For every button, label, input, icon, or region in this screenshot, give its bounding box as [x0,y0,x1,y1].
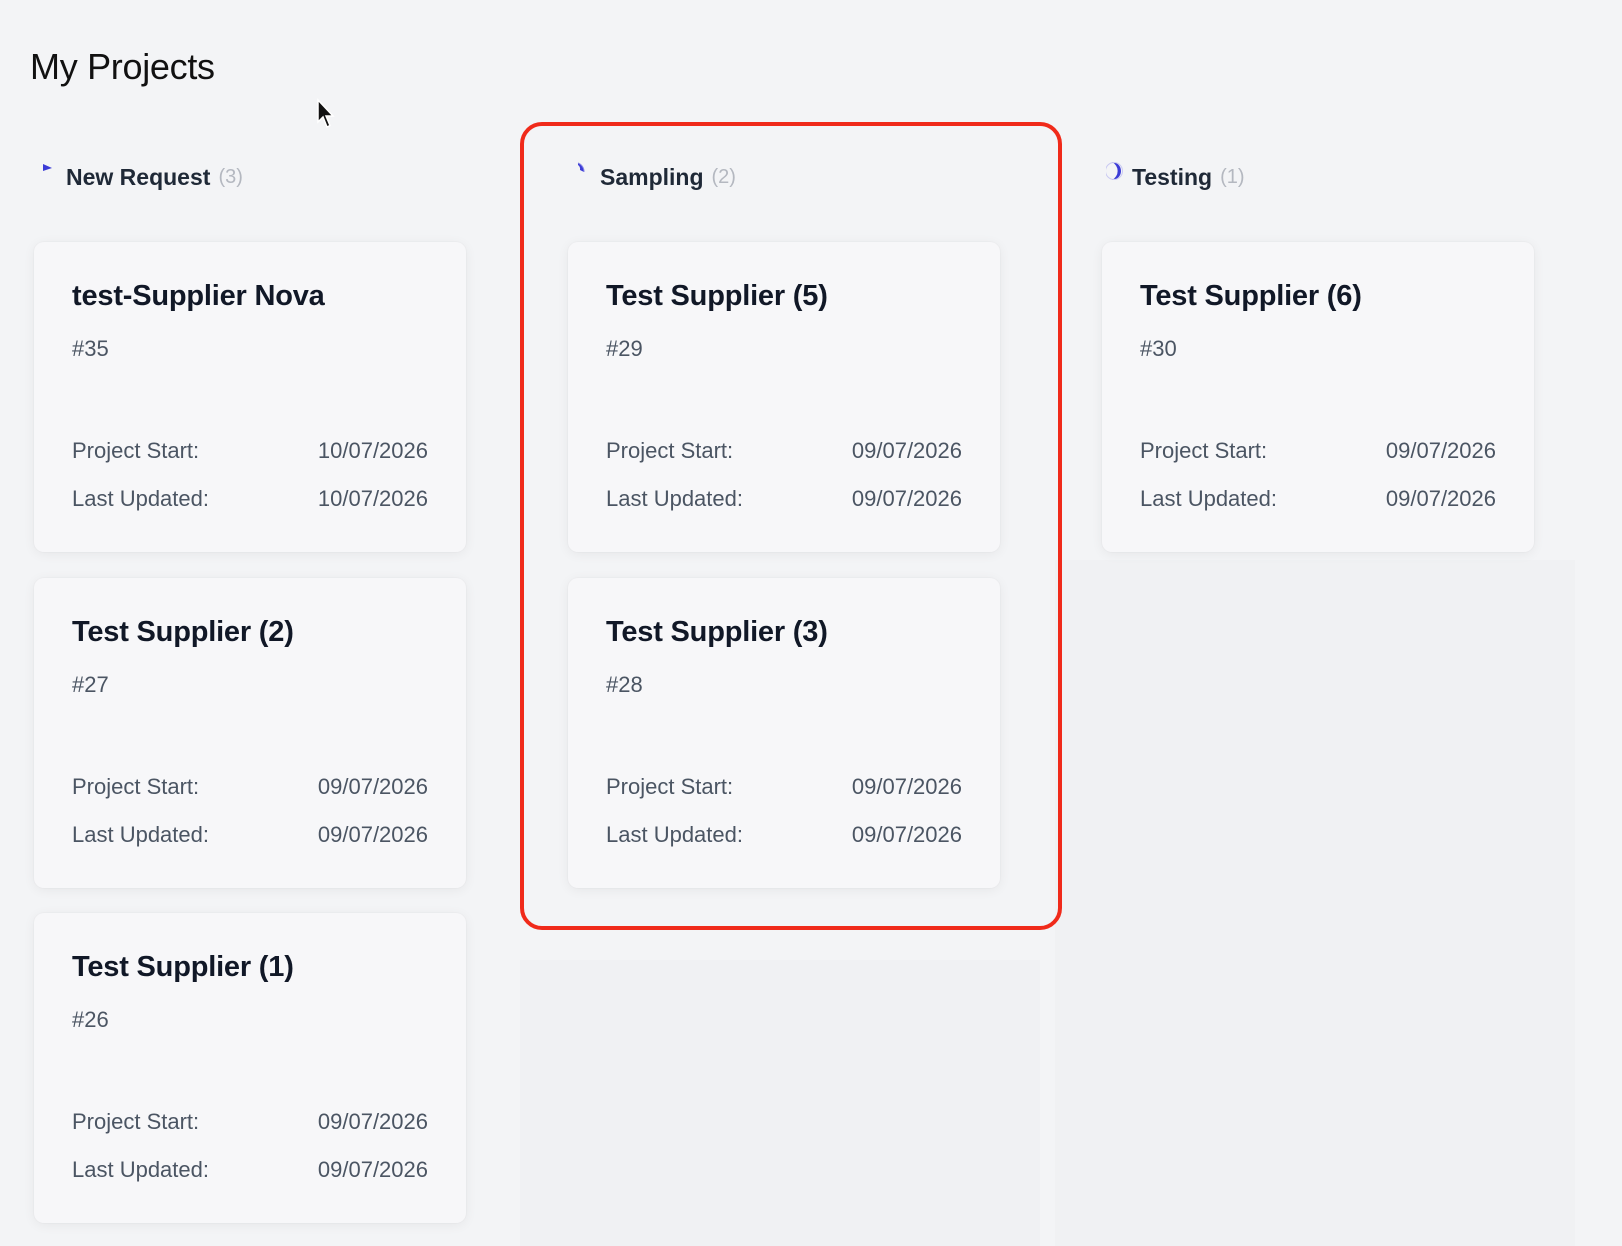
status-testing-icon [1106,161,1123,180]
project-start-value: 09/07/2026 [317,774,428,799]
last-updated-value: 09/07/2026 [1385,486,1496,511]
project-card[interactable]: Test Supplier (5) #29 Project Start: 09/… [568,242,1000,552]
column-title: Testing [1132,164,1213,190]
project-start-label: Project Start: [606,438,734,463]
status-sampling-icon [577,162,585,172]
project-card[interactable]: Test Supplier (2) #27 Project Start: 09/… [34,578,466,888]
project-start-row: Project Start: 09/07/2026 [1140,438,1496,464]
last-updated-row: Last Updated: 09/07/2026 [606,822,962,848]
project-start-row: Project Start: 10/07/2026 [72,438,428,464]
project-start-value: 09/07/2026 [317,1109,428,1134]
last-updated-value: 09/07/2026 [317,822,428,847]
last-updated-label: Last Updated: [72,1157,209,1182]
project-card[interactable]: Test Supplier (3) #28 Project Start: 09/… [568,578,1000,888]
card-id: #29 [606,336,643,361]
last-updated-row: Last Updated: 09/07/2026 [72,822,428,848]
card-title: Test Supplier (5) [606,280,828,312]
last-updated-value: 09/07/2026 [851,486,962,511]
last-updated-row: Last Updated: 09/07/2026 [72,1157,428,1183]
project-start-row: Project Start: 09/07/2026 [72,774,428,800]
card-id: #28 [606,672,643,697]
card-id: #26 [72,1007,109,1032]
card-title: test-Supplier Nova [72,280,325,312]
card-title: Test Supplier (3) [606,616,828,648]
column-title: New Request [66,164,211,190]
last-updated-label: Last Updated: [72,822,209,847]
card-title: Test Supplier (6) [1140,280,1362,312]
page-title: My Projects [30,46,215,87]
status-new-icon [43,163,52,171]
last-updated-value: 09/07/2026 [851,822,962,847]
project-start-label: Project Start: [1140,438,1268,463]
last-updated-row: Last Updated: 10/07/2026 [72,486,428,512]
project-start-value: 10/07/2026 [317,438,428,463]
project-card[interactable]: test-Supplier Nova #35 Project Start: 10… [34,242,466,552]
column-title: Sampling [600,164,704,190]
last-updated-label: Last Updated: [606,822,743,847]
last-updated-label: Last Updated: [606,486,743,511]
last-updated-label: Last Updated: [72,486,209,511]
last-updated-value: 09/07/2026 [317,1157,428,1182]
column-header-testing[interactable]: Testing (1) [1106,161,1245,191]
card-id: #30 [1140,336,1177,361]
card-title: Test Supplier (2) [72,616,294,648]
project-start-row: Project Start: 09/07/2026 [606,438,962,464]
project-start-label: Project Start: [606,774,734,799]
card-id: #35 [72,336,109,361]
column-count: (3) [218,166,243,188]
project-start-label: Project Start: [72,1109,200,1134]
last-updated-row: Last Updated: 09/07/2026 [1140,486,1496,512]
mouse-cursor-icon [317,98,335,129]
last-updated-value: 10/07/2026 [317,486,428,511]
card-id: #27 [72,672,109,697]
project-start-value: 09/07/2026 [851,438,962,463]
column-count: (2) [711,166,736,188]
project-start-label: Project Start: [72,438,200,463]
project-start-row: Project Start: 09/07/2026 [606,774,962,800]
project-start-value: 09/07/2026 [1385,438,1496,463]
column-header-new-request[interactable]: New Request (3) [40,163,243,191]
last-updated-label: Last Updated: [1140,486,1277,511]
last-updated-row: Last Updated: 09/07/2026 [606,486,962,512]
project-card[interactable]: Test Supplier (1) #26 Project Start: 09/… [34,913,466,1223]
project-start-row: Project Start: 09/07/2026 [72,1109,428,1135]
project-card[interactable]: Test Supplier (6) #30 Project Start: 09/… [1102,242,1534,552]
project-start-label: Project Start: [72,774,200,799]
column-header-sampling[interactable]: Sampling (2) [574,162,736,191]
project-start-value: 09/07/2026 [851,774,962,799]
column-count: (1) [1220,166,1245,188]
card-title: Test Supplier (1) [72,951,294,983]
